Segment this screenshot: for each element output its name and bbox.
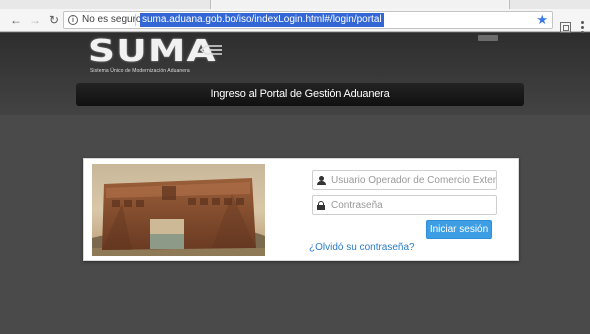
password-field[interactable] [312,195,497,215]
lock-icon [313,196,329,214]
page-title: Ingreso al Portal de Gestión Aduanera [210,88,390,100]
portal-title-bar: Ingreso al Portal de Gestión Aduanera [76,83,524,106]
suma-logo: SUMA Sistema Único de Modernización Adua… [88,37,258,81]
username-field[interactable] [312,170,497,190]
browser-toolbar: ← → ↻ i No es seguro suma.aduana.gob.bo/… [0,9,590,34]
cast-icon[interactable] [560,22,571,33]
url-text[interactable]: suma.aduana.gob.bo/iso/indexLogin.html#/… [140,13,384,27]
login-card: Iniciar sesión ¿Olvidó su contraseña? [83,158,519,261]
login-button[interactable]: Iniciar sesión [426,220,492,239]
logo-subtitle: Sistema Único de Modernización Aduanera [90,68,190,74]
address-divider [135,14,136,26]
username-input[interactable] [329,171,496,189]
reload-icon[interactable]: ↻ [46,12,62,28]
bookmark-star-icon[interactable]: ★ [536,12,548,28]
logo-text: SUMA [88,34,217,69]
info-icon[interactable]: i [68,15,78,25]
gate-of-the-sun-image [92,164,265,256]
header-decoration [478,35,498,41]
page-content: SUMA Sistema Único de Modernización Adua… [0,33,590,334]
forgot-password-link[interactable]: ¿Olvidó su contraseña? [309,242,415,253]
tab-strip [0,0,590,9]
address-bar[interactable]: i No es seguro suma.aduana.gob.bo/iso/in… [63,11,553,29]
security-label[interactable]: No es seguro [82,14,141,25]
user-icon [313,171,329,189]
back-arrow-icon[interactable]: ← [8,12,24,28]
logo-arrow-icon [200,45,222,55]
browser-tab[interactable] [210,0,510,9]
password-input[interactable] [329,196,496,214]
forward-arrow-icon[interactable]: → [27,12,43,28]
